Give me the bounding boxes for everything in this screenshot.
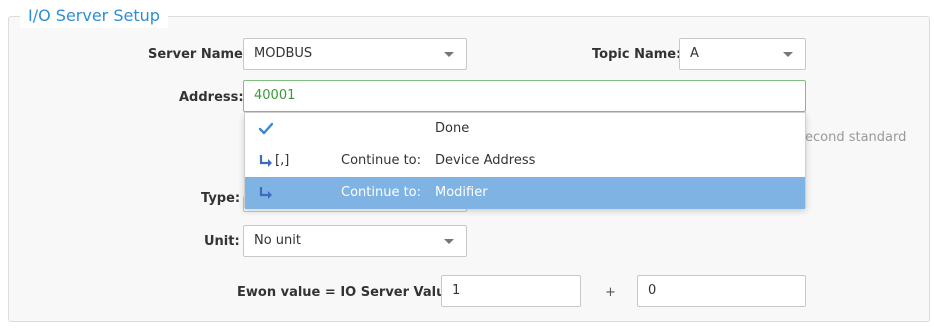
check-icon <box>259 122 273 135</box>
server-name-value: MODBUS <box>254 46 313 61</box>
arrow-continue-icon <box>259 155 272 167</box>
chevron-down-icon <box>444 52 454 57</box>
address-label: Address: <box>179 90 244 105</box>
unit-label: Unit: <box>204 234 240 249</box>
scale-label: Ewon value = IO Server Value * <box>237 285 466 300</box>
multiplier-input[interactable]: 1 <box>441 275 581 307</box>
chevron-down-icon <box>444 239 454 244</box>
arrow-continue-icon <box>259 187 272 199</box>
autocomplete-item-label: Modifier <box>435 185 488 200</box>
section-title: I/O Server Setup <box>20 4 168 28</box>
server-name-select[interactable]: MODBUS <box>243 38 467 70</box>
autocomplete-item-continue: Continue to: <box>341 153 422 168</box>
plus-sign: + <box>605 285 616 300</box>
address-help-text: econd standard <box>805 130 907 145</box>
unit-select[interactable]: No unit <box>243 225 467 257</box>
type-label: Type: <box>201 191 241 206</box>
topic-name-value: A <box>690 46 699 61</box>
unit-value: No unit <box>254 233 301 248</box>
topic-name-label: Topic Name: <box>592 47 682 62</box>
chevron-down-icon <box>783 52 793 57</box>
offset-input[interactable]: 0 <box>637 275 806 307</box>
autocomplete-item-device-address[interactable]: [,] Continue to: Device Address <box>245 145 805 177</box>
autocomplete-item-keyword: [,] <box>275 153 290 168</box>
autocomplete-item-modifier[interactable]: Continue to: Modifier <box>245 177 805 209</box>
autocomplete-item-done[interactable]: Done <box>245 113 805 145</box>
address-autocomplete-dropdown: Done [,] Continue to: Device Address Con… <box>244 112 806 209</box>
autocomplete-item-label: Device Address <box>435 153 536 168</box>
autocomplete-item-continue: Continue to: <box>341 185 422 200</box>
address-input[interactable]: 40001 <box>243 80 806 112</box>
autocomplete-item-label: Done <box>435 121 470 136</box>
server-name-label: Server Name: <box>148 47 249 62</box>
topic-name-select[interactable]: A <box>679 38 806 70</box>
